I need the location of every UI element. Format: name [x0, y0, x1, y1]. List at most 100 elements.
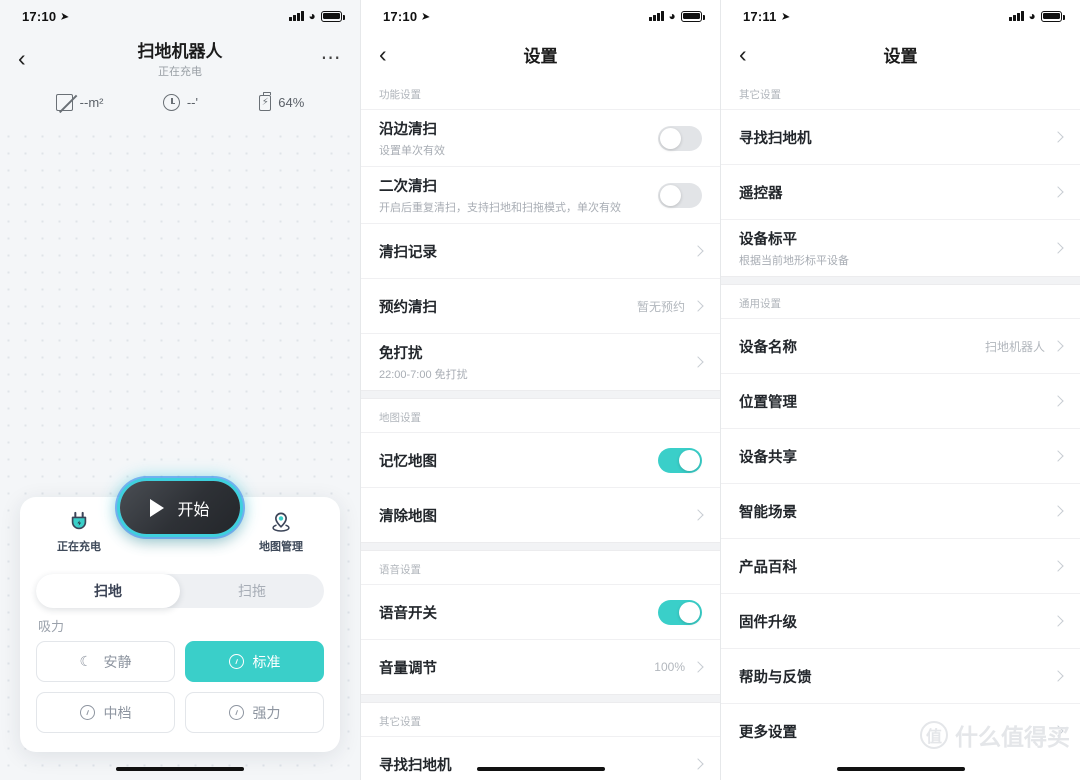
toggle-voice-switch[interactable]: [658, 599, 702, 625]
row-text: 免打扰 22:00-7:00 免打扰: [379, 342, 694, 382]
clean-mode-segmented-control: 扫地 扫拖: [36, 574, 324, 608]
nav-bar: ‹ 设置: [361, 32, 720, 76]
row-clean-record[interactable]: 清扫记录: [361, 223, 720, 278]
row-text: 设备名称: [739, 336, 985, 357]
status-bar: 17:10 ➤ ◕: [0, 0, 360, 32]
group-header-voice: 语音设置: [361, 551, 720, 584]
more-options-button[interactable]: ⋯: [321, 48, 343, 68]
suction-mode-standard[interactable]: 标准: [185, 641, 324, 682]
chevron-right-icon: [1052, 242, 1064, 254]
phone-2-settings-top: 17:10 ➤ ◕ ‹ 设置 功能设置 沿边清扫 设置单次有效 二次清扫 开启后…: [360, 0, 720, 780]
row-clear-map[interactable]: 清除地图: [361, 487, 720, 542]
battery-icon: [321, 10, 345, 22]
row-title: 清扫记录: [379, 244, 437, 261]
row-device-leveling[interactable]: 设备标平 根据当前地形标平设备: [721, 219, 1080, 276]
row-subtitle: 开启后重复清扫，支持扫地和扫拖模式，单次有效: [379, 202, 621, 214]
row-device-share[interactable]: 设备共享: [721, 428, 1080, 483]
row-help-feedback[interactable]: 帮助与反馈: [721, 648, 1080, 703]
location-arrow-icon: ➤: [779, 10, 791, 23]
group-header-map: 地图设置: [361, 399, 720, 432]
status-time: 17:10: [383, 8, 418, 24]
group-header-other: 其它设置: [721, 76, 1080, 109]
moon-icon: ☾: [79, 653, 93, 669]
suction-mode-turbo[interactable]: 强力: [185, 692, 324, 733]
start-button[interactable]: 开始: [120, 481, 240, 534]
row-product-wiki[interactable]: 产品百科: [721, 538, 1080, 593]
row-second-clean[interactable]: 二次清扫 开启后重复清扫，支持扫地和扫拖模式，单次有效: [361, 166, 720, 223]
row-edge-clean[interactable]: 沿边清扫 设置单次有效: [361, 109, 720, 166]
row-value: 暂无预约: [636, 299, 685, 314]
row-text: 寻找扫地机: [379, 754, 694, 775]
row-volume[interactable]: 音量调节 100%: [361, 639, 720, 694]
stats-row: --m² --' 64%: [0, 84, 360, 115]
row-location-manage[interactable]: 位置管理: [721, 373, 1080, 428]
group-header-function: 功能设置: [361, 76, 720, 109]
tab-sweep[interactable]: 扫地: [36, 574, 180, 608]
stat-time-value: --': [186, 95, 198, 110]
suction-mode-quiet[interactable]: ☾ 安静: [36, 641, 175, 682]
row-do-not-disturb[interactable]: 免打扰 22:00-7:00 免打扰: [361, 333, 720, 390]
row-title: 记忆地图: [379, 453, 437, 470]
stat-time: --': [162, 94, 198, 111]
chevron-right-icon: [692, 245, 704, 257]
chevron-right-icon: [692, 300, 704, 312]
tab-sweep-mop[interactable]: 扫拖: [180, 574, 324, 608]
chevron-right-icon: [1052, 560, 1064, 572]
location-arrow-icon: ➤: [420, 10, 432, 23]
back-button[interactable]: ‹: [739, 42, 747, 66]
map-pin-icon: [270, 511, 292, 533]
row-text: 语音开关: [379, 602, 658, 623]
row-find-robot[interactable]: 寻找扫地机: [721, 109, 1080, 164]
chevron-right-icon: [1052, 395, 1064, 407]
row-find-robot[interactable]: 寻找扫地机: [361, 736, 720, 780]
play-icon: [150, 498, 165, 517]
toggle-second-clean[interactable]: [658, 182, 702, 208]
row-more-settings[interactable]: 更多设置: [721, 703, 1080, 758]
row-text: 位置管理: [739, 391, 1054, 412]
row-firmware-upgrade[interactable]: 固件升级: [721, 593, 1080, 648]
row-title: 设备共享: [739, 449, 797, 466]
stat-battery-value: 64%: [278, 95, 305, 110]
stat-battery: 64%: [257, 92, 305, 111]
toggle-memory-map[interactable]: [658, 447, 702, 473]
home-indicator: [836, 766, 965, 771]
chevron-right-icon: [1052, 450, 1064, 462]
row-subtitle: 设置单次有效: [379, 145, 445, 157]
suction-mode-medium[interactable]: 中档: [36, 692, 175, 733]
back-button[interactable]: ‹: [379, 42, 387, 66]
phone-3-settings-bottom: 17:11 ➤ ◕ ‹ 设置 其它设置 寻找扫地机 遥控器 设备标平 根据当前地…: [720, 0, 1080, 780]
settings-scroll-area[interactable]: 功能设置 沿边清扫 设置单次有效 二次清扫 开启后重复清扫，支持扫地和扫拖模式，…: [361, 76, 720, 780]
gauge-icon: [79, 705, 95, 720]
back-button[interactable]: ‹: [18, 46, 26, 70]
row-title: 二次清扫: [379, 179, 437, 195]
row-subtitle: 22:00-7:00 免打扰: [379, 369, 468, 381]
row-title: 产品百科: [739, 559, 797, 576]
area-icon: [55, 94, 73, 111]
charging-status-tile[interactable]: 正在充电: [42, 511, 116, 554]
cellular-signal-icon: [1009, 11, 1024, 21]
row-remote-control[interactable]: 遥控器: [721, 164, 1080, 219]
row-smart-scene[interactable]: 智能场景: [721, 483, 1080, 538]
toggle-edge-clean[interactable]: [658, 125, 702, 151]
row-device-name[interactable]: 设备名称 扫地机器人: [721, 318, 1080, 373]
page-title: 设置: [883, 46, 918, 66]
chevron-right-icon: [1052, 131, 1064, 143]
stat-area-value: --m²: [79, 95, 104, 110]
status-bar-right: ◕: [1009, 10, 1065, 22]
row-title: 遥控器: [739, 185, 783, 202]
row-value: 扫地机器人: [984, 339, 1045, 354]
row-voice-switch[interactable]: 语音开关: [361, 584, 720, 639]
row-memory-map[interactable]: 记忆地图: [361, 432, 720, 487]
row-text: 遥控器: [739, 182, 1054, 203]
map-manage-tile[interactable]: 地图管理: [244, 511, 318, 554]
row-text: 智能场景: [739, 501, 1054, 522]
settings-scroll-area[interactable]: 其它设置 寻找扫地机 遥控器 设备标平 根据当前地形标平设备 通用设置 设备名称…: [721, 76, 1080, 780]
row-title: 沿边清扫: [379, 122, 437, 138]
nav-bar: ‹ 设置: [721, 32, 1080, 76]
suction-mode-turbo-label: 强力: [252, 704, 281, 721]
group-divider: [721, 276, 1080, 285]
row-title: 固件升级: [739, 614, 797, 631]
device-status-subtitle: 正在充电: [158, 66, 202, 78]
row-text: 设备共享: [739, 446, 1054, 467]
row-scheduled-clean[interactable]: 预约清扫 暂无预约: [361, 278, 720, 333]
